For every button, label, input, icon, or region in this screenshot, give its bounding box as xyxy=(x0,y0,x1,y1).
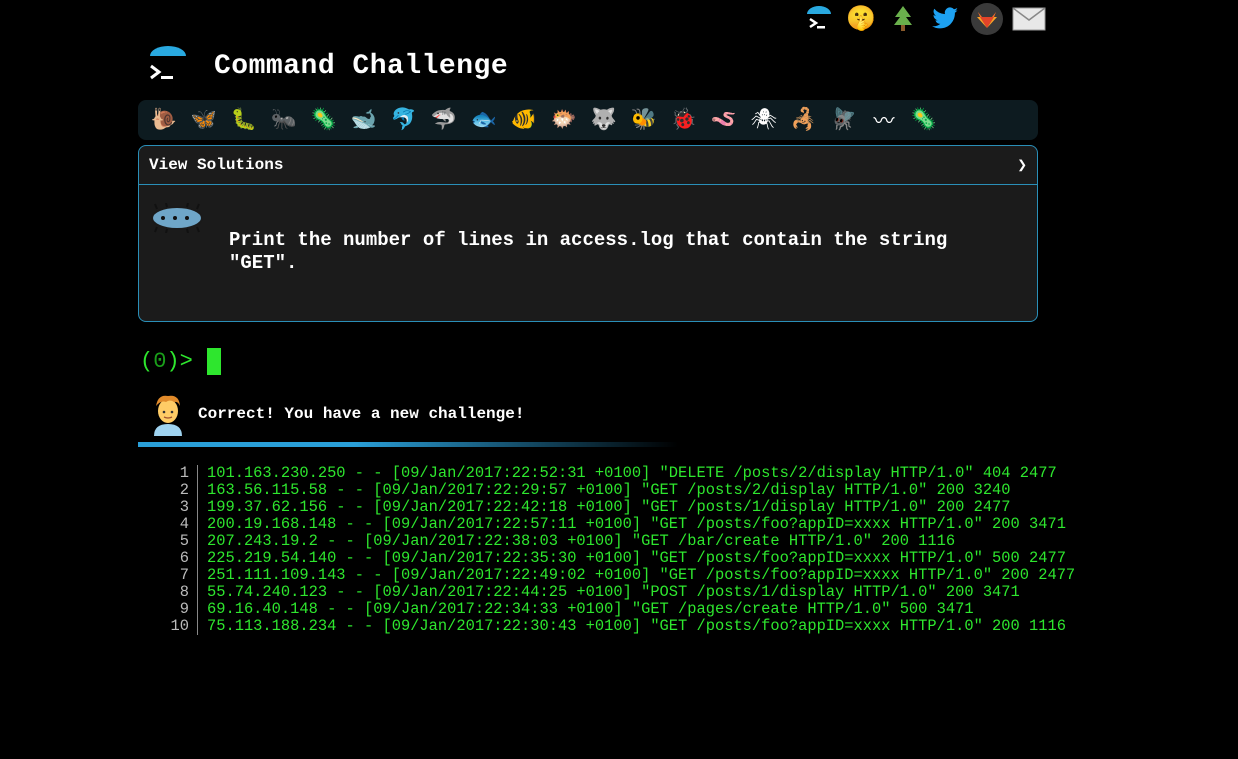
command-output: 1 101.163.230.250 - - [09/Jan/2017:22:52:… xyxy=(150,465,1075,635)
scorpion-icon[interactable]: 🦂 xyxy=(784,100,824,140)
butterfly-icon[interactable]: 🦋 xyxy=(184,100,224,140)
line-text: 225.219.54.140 - - [09/Jan/2017:22:35:30… xyxy=(207,549,1066,567)
log-line: 1 101.163.230.250 - - [09/Jan/2017:22:52:… xyxy=(150,465,1075,482)
log-line: 6 225.219.54.140 - - [09/Jan/2017:22:35:3… xyxy=(150,550,1075,567)
line-number: 6 xyxy=(150,550,198,567)
view-solutions-label: View Solutions xyxy=(149,156,284,174)
tropical-fish-icon[interactable]: 🐠 xyxy=(504,100,544,140)
line-text: 75.113.188.234 - - [09/Jan/2017:22:30:43… xyxy=(207,617,1066,635)
log-line: 3 199.37.62.156 - - [09/Jan/2017:22:42:18… xyxy=(150,499,1075,516)
log-line: 4 200.19.168.148 - - [09/Jan/2017:22:57:1… xyxy=(150,516,1075,533)
line-text: 69.16.40.148 - - [09/Jan/2017:22:34:33 +… xyxy=(207,600,974,618)
microbe-icon[interactable]: 🦠 xyxy=(304,100,344,140)
line-text: 163.56.115.58 - - [09/Jan/2017:22:29:57 … xyxy=(207,481,1011,499)
ladybug-icon[interactable]: 🐞 xyxy=(664,100,704,140)
line-text: 251.111.109.143 - - [09/Jan/2017:22:49:0… xyxy=(207,566,1076,584)
snail-icon[interactable]: 🐌 xyxy=(144,100,184,140)
caterpillar-icon[interactable]: 🐛 xyxy=(224,100,264,140)
log-line: 10 75.113.188.234 - - [09/Jan/2017:22:30:… xyxy=(150,618,1075,635)
terminal-logo-icon[interactable] xyxy=(802,2,836,36)
line-text: 199.37.62.156 - - [09/Jan/2017:22:42:18 … xyxy=(207,498,1011,516)
terminal-prompt[interactable]: (0)> xyxy=(140,348,221,375)
twitter-icon[interactable] xyxy=(928,2,962,36)
tardigrade-icon[interactable]: 🦠 xyxy=(904,100,944,140)
tardigrade-icon xyxy=(149,202,205,238)
line-number: 8 xyxy=(150,584,198,601)
challenge-body: Print the number of lines in access.log … xyxy=(139,185,1037,320)
person-avatar-icon xyxy=(148,392,188,436)
line-text: 101.163.230.250 - - [09/Jan/2017:22:52:3… xyxy=(207,464,1057,482)
whale-icon[interactable]: 🐋 xyxy=(344,100,384,140)
mail-icon[interactable] xyxy=(1012,2,1046,36)
line-text: 55.74.240.123 - - [09/Jan/2017:22:44:25 … xyxy=(207,583,1020,601)
spider-icon[interactable]: 🕷 xyxy=(744,100,784,140)
gitlab-icon[interactable] xyxy=(970,2,1004,36)
log-line: 2 163.56.115.58 - - [09/Jan/2017:22:29:57… xyxy=(150,482,1075,499)
terminal-cursor[interactable] xyxy=(206,348,221,375)
feedback-text: Correct! You have a new challenge! xyxy=(198,405,525,423)
line-text: 200.19.168.148 - - [09/Jan/2017:22:57:11… xyxy=(207,515,1066,533)
line-number: 9 xyxy=(150,601,198,618)
line-number: 7 xyxy=(150,567,198,584)
challenge-description: Print the number of lines in access.log … xyxy=(229,229,948,274)
shushing-face-icon[interactable]: 🤫 xyxy=(844,2,878,36)
chevron-right-icon: ❯ xyxy=(1017,157,1027,175)
log-line: 8 55.74.240.123 - - [09/Jan/2017:22:44:25… xyxy=(150,584,1075,601)
fly-icon[interactable]: 🪰 xyxy=(824,100,864,140)
log-line: 5 207.243.19.2 - - [09/Jan/2017:22:38:03 … xyxy=(150,533,1075,550)
challenge-panel: View Solutions ❯ Print the number of lin… xyxy=(138,145,1038,322)
line-text: 207.243.19.2 - - [09/Jan/2017:22:38:03 +… xyxy=(207,532,956,550)
social-links: 🤫 xyxy=(802,2,1046,36)
feedback-divider xyxy=(138,442,678,447)
bee-icon[interactable]: 🐝 xyxy=(624,100,664,140)
line-number: 10 xyxy=(150,618,198,635)
line-number: 1 xyxy=(150,465,198,482)
earthworm-icon[interactable]: 〰 xyxy=(864,100,904,140)
line-number: 5 xyxy=(150,533,198,550)
wolf-icon[interactable]: 🐺 xyxy=(584,100,624,140)
fish-icon[interactable]: 🐟 xyxy=(464,100,504,140)
tree-icon[interactable] xyxy=(886,2,920,36)
log-line: 7 251.111.109.143 - - [09/Jan/2017:22:49:… xyxy=(150,567,1075,584)
page-title: Command Challenge xyxy=(214,50,509,82)
challenge-selector-bar: 🐌 🦋 🐛 🐜 🦠 🐋 🐬 🦈 🐟 🐠 🐡 🐺 🐝 🐞 🪱 🕷 🦂 🪰 〰 🦠 xyxy=(138,100,1038,140)
page-header: Command Challenge xyxy=(146,44,508,88)
terminal-logo-icon[interactable] xyxy=(146,44,190,88)
ant-icon[interactable]: 🐜 xyxy=(264,100,304,140)
worm-icon[interactable]: 🪱 xyxy=(704,100,744,140)
shark-icon[interactable]: 🦈 xyxy=(424,100,464,140)
line-number: 2 xyxy=(150,482,198,499)
dolphin-icon[interactable]: 🐬 xyxy=(384,100,424,140)
view-solutions-toggle[interactable]: View Solutions ❯ xyxy=(139,146,1037,185)
blowfish-icon[interactable]: 🐡 xyxy=(544,100,584,140)
log-line: 9 69.16.40.148 - - [09/Jan/2017:22:34:33 … xyxy=(150,601,1075,618)
prompt-close: )> xyxy=(166,349,193,374)
prompt-count: 0 xyxy=(153,349,167,374)
feedback-message: Correct! You have a new challenge! xyxy=(148,392,524,436)
prompt-open: ( xyxy=(140,349,154,374)
line-number: 4 xyxy=(150,516,198,533)
line-number: 3 xyxy=(150,499,198,516)
